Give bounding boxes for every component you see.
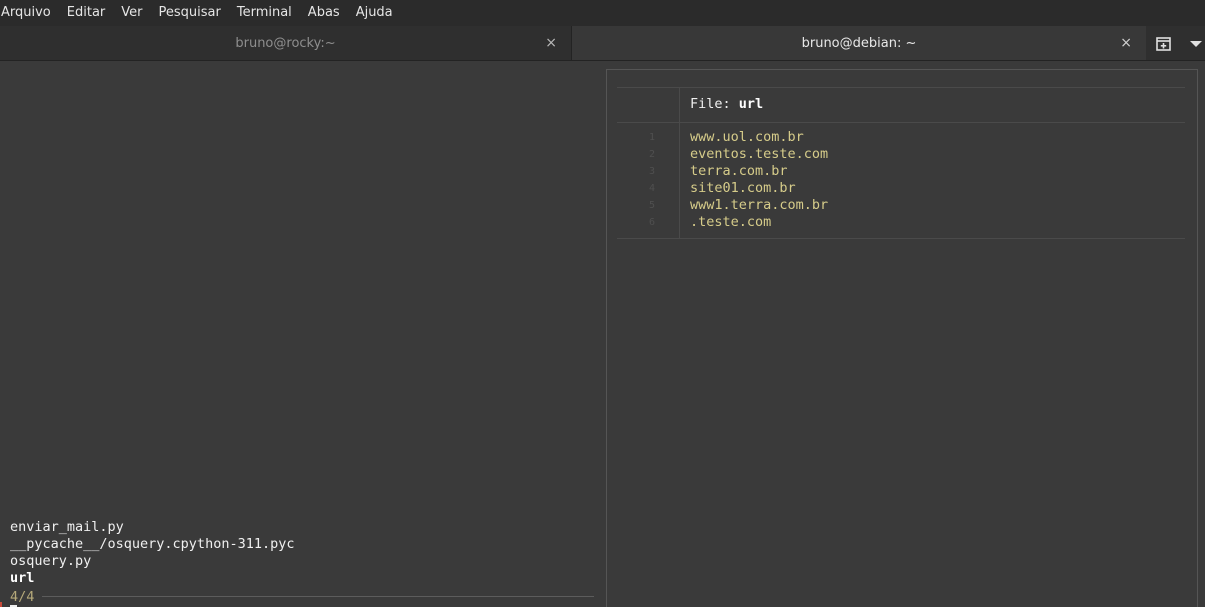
file-header: File: url xyxy=(617,87,1185,123)
match-counter-row: 4/4 xyxy=(10,588,594,605)
list-item-selected[interactable]: url xyxy=(10,570,294,587)
file-content: 1 www.uol.com.br 2 eventos.teste.com 3 terr… xyxy=(617,129,1185,231)
close-icon[interactable]: × xyxy=(545,35,557,51)
line-number: 5 xyxy=(648,200,655,211)
line-number: 3 xyxy=(648,166,655,177)
file-label: File: url xyxy=(690,96,763,112)
terminal-pane-left[interactable]: enviar_mail.py __pycache__/osquery.cpyth… xyxy=(0,61,604,607)
menu-ver[interactable]: Ver xyxy=(113,0,150,26)
list-item[interactable]: enviar_mail.py xyxy=(10,519,294,536)
file-prefix: File: xyxy=(690,96,739,112)
line-text: www.uol.com.br xyxy=(690,129,804,145)
file-list: enviar_mail.py __pycache__/osquery.cpyth… xyxy=(10,519,294,587)
code-line: 4 site01.com.br xyxy=(617,180,1185,197)
code-line: 6 .teste.com xyxy=(617,214,1185,231)
code-line: 5 www1.terra.com.br xyxy=(617,197,1185,214)
line-number: 1 xyxy=(648,132,655,143)
menu-abas[interactable]: Abas xyxy=(300,0,348,26)
line-text: .teste.com xyxy=(690,214,772,230)
chevron-down-icon xyxy=(1189,41,1202,47)
list-item[interactable]: __pycache__/osquery.cpython-311.pyc xyxy=(10,536,294,553)
line-text: site01.com.br xyxy=(690,180,796,196)
line-number: 6 xyxy=(648,217,655,228)
divider xyxy=(42,596,594,597)
file-footer-rule xyxy=(617,238,1185,239)
match-counter: 4/4 xyxy=(10,588,35,605)
line-text: www1.terra.com.br xyxy=(690,197,829,213)
menu-pesquisar[interactable]: Pesquisar xyxy=(151,0,229,26)
menu-arquivo[interactable]: Arquivo xyxy=(0,0,59,26)
new-tab-icon xyxy=(1156,37,1171,51)
menu-ajuda[interactable]: Ajuda xyxy=(348,0,401,26)
list-item[interactable]: osquery.py xyxy=(10,553,294,570)
tab-title: bruno@debian: ~ xyxy=(801,35,917,51)
line-text: terra.com.br xyxy=(690,163,788,179)
tabs-menu-button[interactable] xyxy=(1186,34,1205,54)
new-tab-button[interactable] xyxy=(1152,34,1176,54)
code-line: 3 terra.com.br xyxy=(617,163,1185,180)
preview-pane-right[interactable]: File: url 1 www.uol.com.br 2 eventos.teste… xyxy=(606,69,1198,607)
menu-terminal[interactable]: Terminal xyxy=(229,0,300,26)
selection-marker xyxy=(0,602,2,607)
line-number: 4 xyxy=(648,183,655,194)
menu-bar: Arquivo Editar Ver Pesquisar Terminal Ab… xyxy=(0,0,1205,26)
tab-bar: bruno@rocky:~ × bruno@debian: ~ × xyxy=(0,26,1205,61)
code-line: 2 eventos.teste.com xyxy=(617,146,1185,163)
menu-editar[interactable]: Editar xyxy=(59,0,114,26)
tab-debian[interactable]: bruno@debian: ~ × xyxy=(572,26,1146,60)
line-number: 2 xyxy=(648,149,655,160)
code-line: 1 www.uol.com.br xyxy=(617,129,1185,146)
close-icon[interactable]: × xyxy=(1120,35,1132,51)
tab-rocky[interactable]: bruno@rocky:~ × xyxy=(0,26,572,60)
tab-title: bruno@rocky:~ xyxy=(235,35,336,51)
file-name: url xyxy=(738,96,764,112)
line-text: eventos.teste.com xyxy=(690,146,829,162)
